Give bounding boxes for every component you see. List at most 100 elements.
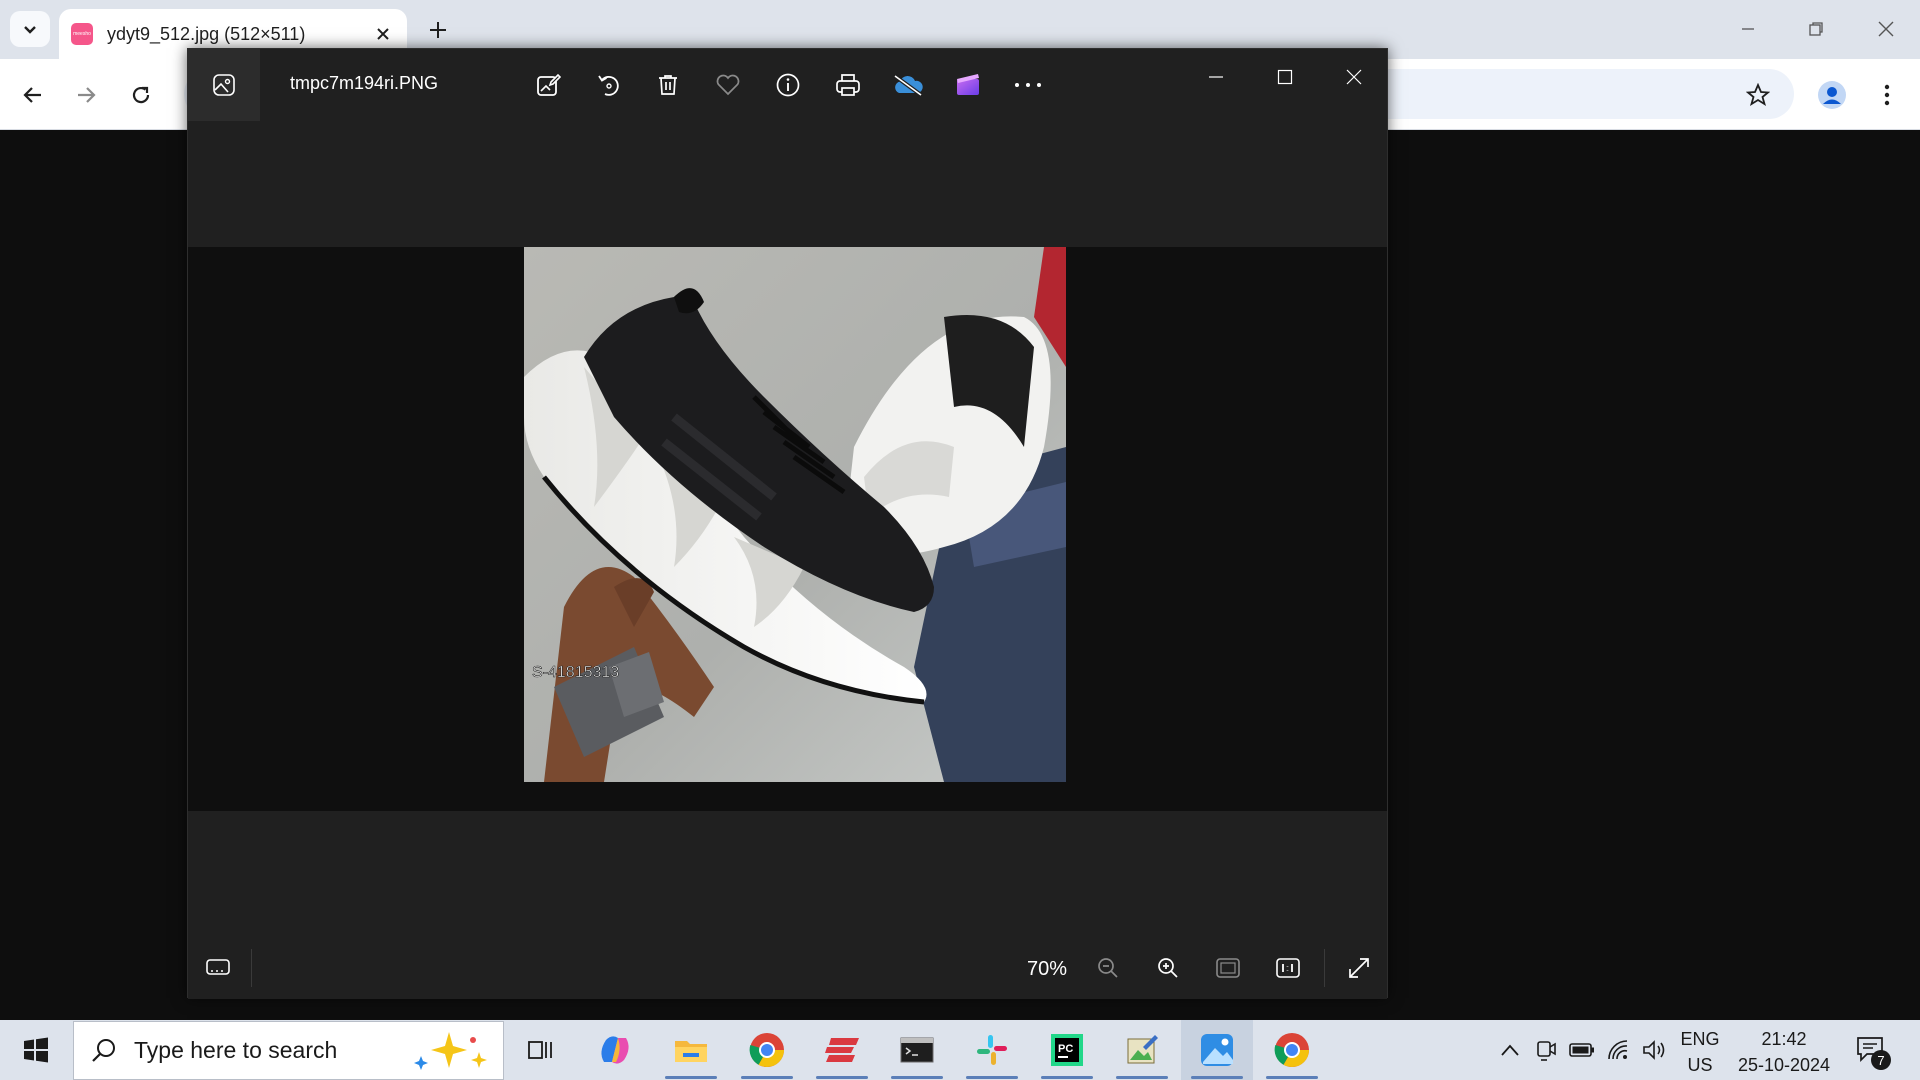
photos-titlebar: tmpc7m194ri.PNG [188,49,1387,121]
taskbar-terminal[interactable] [881,1020,953,1080]
running-indicator [1116,1076,1168,1079]
task-view-button[interactable] [504,1020,576,1080]
speaker-icon [1643,1040,1665,1060]
back-button[interactable] [13,75,53,115]
wifi-icon [1608,1040,1628,1060]
taskbar-pycharm[interactable]: PC [1031,1020,1103,1080]
start-button[interactable] [0,1020,72,1080]
language-indicator[interactable]: ENG US [1676,1026,1724,1078]
running-indicator [1266,1076,1318,1079]
running-indicator [1041,1076,1093,1079]
browser-restore-button[interactable] [1792,10,1840,48]
running-indicator [891,1076,943,1079]
profile-button[interactable] [1812,75,1852,115]
fullscreen-button[interactable] [1341,950,1377,986]
chrome-icon [749,1033,784,1067]
close-icon [377,28,389,40]
onedrive-button[interactable] [890,67,926,103]
windows-taskbar: Type here to search PC ENG US 21:42 25-1… [0,1020,1920,1080]
zoom-out-icon [1098,958,1118,978]
actual-size-icon [1276,958,1300,978]
fit-to-window-button[interactable] [1210,950,1246,986]
more-options-button[interactable] [1010,67,1046,103]
clock-time: 21:42 [1761,1029,1807,1049]
meet-now-button[interactable] [1532,1036,1560,1064]
zoom-in-icon [1158,958,1178,978]
fit-window-icon [1216,958,1240,978]
tab-title: ydyt9_512.jpg (512×511) [107,23,306,44]
info-button[interactable] [770,67,806,103]
rotate-button[interactable] [591,67,627,103]
edit-image-icon [537,73,561,96]
tab-close-button[interactable] [371,22,395,46]
webcam-icon [1537,1041,1556,1061]
print-button[interactable] [830,67,866,103]
browser-minimize-button[interactable] [1724,10,1772,48]
clock[interactable]: 21:42 25-10-2024 [1730,1026,1838,1078]
slack-icon [977,1035,1007,1065]
browser-menu-button[interactable] [1867,75,1907,115]
browser-close-button[interactable] [1862,10,1910,48]
zoom-in-button[interactable] [1150,950,1186,986]
clipchamp-icon [957,74,979,95]
photos-app-icon [213,74,235,96]
minimize-icon [1742,28,1754,30]
taskbar-chrome[interactable] [731,1020,803,1080]
photos-bottom-bar: 70% [188,937,1387,999]
edit-image-button[interactable] [530,67,566,103]
taskbar-slack[interactable] [956,1020,1028,1080]
photos-maximize-button[interactable] [1257,57,1313,97]
search-icon [92,1038,115,1062]
reload-icon [132,86,150,104]
zoom-out-button[interactable] [1090,950,1126,986]
running-indicator [1191,1076,1243,1079]
network-button[interactable] [1604,1036,1632,1064]
print-icon [836,74,860,96]
volume-button[interactable] [1640,1036,1668,1064]
reload-button[interactable] [121,75,161,115]
plus-icon [430,22,446,38]
photos-app-button[interactable] [188,49,260,121]
favorite-button[interactable] [710,67,746,103]
notification-center-button[interactable]: 7 [1855,1034,1891,1070]
chevron-down-icon [24,26,36,34]
photo-file-name: tmpc7m194ri.PNG [290,73,439,93]
taskbar-file-explorer[interactable] [655,1020,727,1080]
taskbar-image-editor[interactable] [1106,1020,1178,1080]
taskbar-photos[interactable] [1181,1020,1253,1080]
show-hidden-icons-button[interactable] [1496,1036,1524,1064]
new-tab-button[interactable] [423,15,453,45]
image-editor-icon [1127,1035,1158,1064]
photos-minimize-button[interactable] [1188,57,1244,97]
battery-button[interactable] [1568,1036,1596,1064]
filmstrip-toggle-button[interactable] [200,950,236,986]
photo-canvas[interactable]: S-41815313 [188,247,1387,811]
photos-icon [1201,1034,1233,1066]
onedrive-icon [893,74,923,97]
arrow-right-icon [78,87,96,103]
bookmark-star-button[interactable] [1738,75,1778,115]
battery-icon [1569,1043,1594,1057]
divider [251,949,252,987]
close-icon [1346,69,1362,85]
forward-button[interactable] [66,75,106,115]
clipchamp-button[interactable] [950,67,986,103]
tab-search-button[interactable] [10,11,50,47]
actual-size-button[interactable] [1270,950,1306,986]
running-indicator [816,1076,868,1079]
pycharm-icon: PC [1051,1034,1083,1066]
photos-viewer-window: tmpc7m194ri.PNG S-41815313 70% [187,48,1388,999]
notification-count-badge: 7 [1871,1050,1891,1070]
search-placeholder: Type here to search [134,1037,338,1063]
taskbar-search-box[interactable]: Type here to search [73,1021,504,1080]
restore-icon [1809,22,1823,36]
running-indicator [966,1076,1018,1079]
keyboard-layout: US [1687,1055,1713,1075]
delete-button[interactable] [650,67,686,103]
taskbar-chrome-2[interactable] [1256,1020,1328,1080]
language-code: ENG [1680,1029,1720,1049]
avatar-icon [1818,81,1846,109]
taskbar-copilot[interactable] [579,1020,651,1080]
taskbar-expressvpn[interactable] [806,1020,878,1080]
photos-close-button[interactable] [1326,57,1382,97]
